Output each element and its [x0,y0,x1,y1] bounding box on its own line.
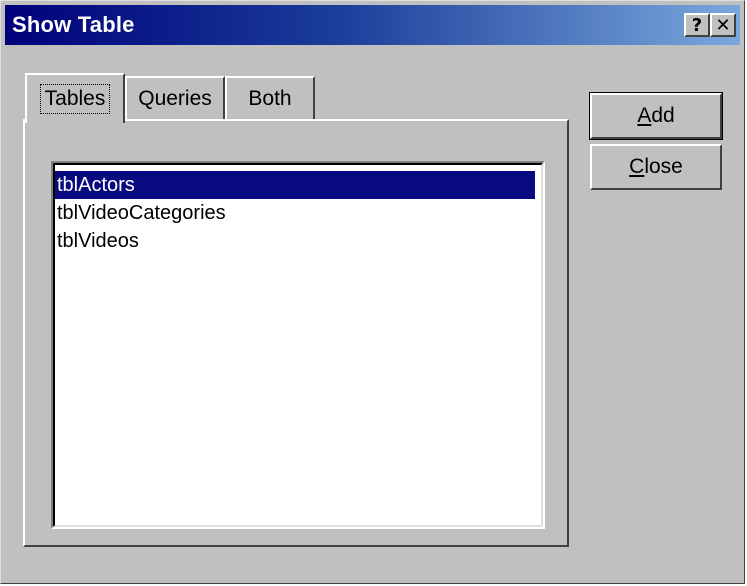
close-window-button[interactable]: ✕ [710,13,736,37]
close-icon: ✕ [715,14,731,36]
tab-panel: tblActors tblVideoCategories tblVideos [23,119,569,547]
help-icon: ? [691,14,703,36]
add-button[interactable]: Add [589,92,723,140]
list-item-tblactors[interactable]: tblActors [55,171,535,199]
tab-tables-label: Tables [39,84,111,114]
title-bar[interactable]: Show Table ? ✕ [5,5,740,45]
table-listbox[interactable]: tblActors tblVideoCategories tblVideos [51,161,545,529]
table-list: tblActors tblVideoCategories tblVideos [53,163,543,527]
add-button-label: Add [637,104,675,127]
help-button[interactable]: ? [684,13,710,37]
tab-queries[interactable]: Queries [125,76,225,120]
tab-both-label: Both [248,87,292,110]
show-table-dialog: Show Table ? ✕ Tables Queries Both tblAc… [0,0,745,584]
tab-tables[interactable]: Tables [25,73,125,123]
list-item-tblvideocategories[interactable]: tblVideoCategories [55,199,541,227]
list-item-tblvideos[interactable]: tblVideos [55,227,541,255]
tab-queries-label: Queries [138,87,212,110]
tab-both[interactable]: Both [225,76,315,120]
window-title: Show Table [12,12,135,37]
close-button-label: Close [629,155,683,178]
close-button[interactable]: Close [590,144,722,190]
